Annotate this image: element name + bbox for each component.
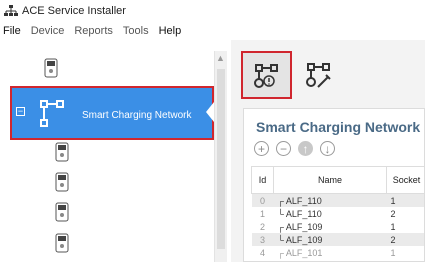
column-header-id[interactable]: Id [251,166,274,194]
table-row[interactable]: 4 ┌ ALF_101 1 [252,246,425,259]
cell-socket: 2 [390,208,396,219]
network-node-icon [40,100,64,127]
sockets-table: Id Name Socket 0 ┌ ALF_110 1 1 └ ALF_110… [251,166,425,259]
tree-item-label: Smart Charging Network [82,110,192,121]
charger-device-icon[interactable] [55,202,69,222]
cell-socket: 1 [386,193,424,207]
panel-title: Smart Charging Network - C [256,119,425,135]
move-down-icon[interactable]: ↓ [320,141,335,156]
menu-help[interactable]: Help [159,25,182,37]
row-actions: + − ↑ ↓ [254,141,335,156]
charger-device-icon[interactable] [55,142,69,162]
tree-item-smart-charging-network[interactable]: − Smart Charging Network [10,86,214,140]
charger-device-icon[interactable] [55,172,69,192]
table-row[interactable]: 3 └ ALF_109 2 [251,233,424,246]
column-header-socket[interactable]: Socket [386,166,424,194]
network-settings-button[interactable] [300,55,340,95]
cell-id: 1 [259,208,265,219]
cell-name: ┌ ALF_109 [277,221,323,232]
cell-name: ┌ ALF_101 [277,247,323,258]
selection-pointer [206,102,214,122]
cell-name: ┌ ALF_110 [273,193,387,207]
device-tree[interactable] [9,51,227,262]
menu-device[interactable]: Device [31,25,65,37]
menu-bar: File Device Reports Tools Help [0,22,425,40]
network-app-icon [4,5,18,16]
network-info-button[interactable] [241,51,292,99]
cell-socket: 1 [390,221,396,232]
add-icon[interactable]: + [254,141,269,156]
cell-id: 2 [259,221,265,232]
table-row[interactable]: 1 └ ALF_110 2 [252,207,425,220]
collapse-toggle-icon[interactable]: − [16,107,25,116]
network-settings-icon [306,63,331,88]
tree-scrollbar[interactable]: ▲ [214,51,227,262]
charger-device-icon[interactable] [44,58,58,78]
window-title: ACE Service Installer [22,5,126,17]
cell-id: 0 [251,193,274,207]
menu-file[interactable]: File [3,25,21,37]
network-detail-panel: Smart Charging Network - C + − ↑ ↓ Id Na… [243,108,425,262]
cell-name: └ ALF_110 [277,208,322,219]
scroll-thumb[interactable] [217,69,225,249]
cell-socket: 2 [386,233,424,246]
charger-device-icon[interactable] [55,233,69,253]
cell-id: 3 [251,233,274,246]
table-row[interactable]: 0 ┌ ALF_110 1 [251,193,424,207]
menu-tools[interactable]: Tools [123,25,149,37]
menu-reports[interactable]: Reports [74,25,113,37]
scroll-up-icon[interactable]: ▲ [216,53,225,63]
title-bar: ACE Service Installer [0,0,425,22]
cell-id: 4 [259,247,265,258]
cell-socket: 1 [390,247,396,258]
table-row[interactable]: 2 ┌ ALF_109 1 [252,220,425,233]
remove-icon[interactable]: − [276,141,291,156]
column-header-name[interactable]: Name [273,166,387,194]
network-info-icon [254,64,278,88]
move-up-icon[interactable]: ↑ [298,141,313,156]
cell-name: └ ALF_109 [273,233,387,246]
